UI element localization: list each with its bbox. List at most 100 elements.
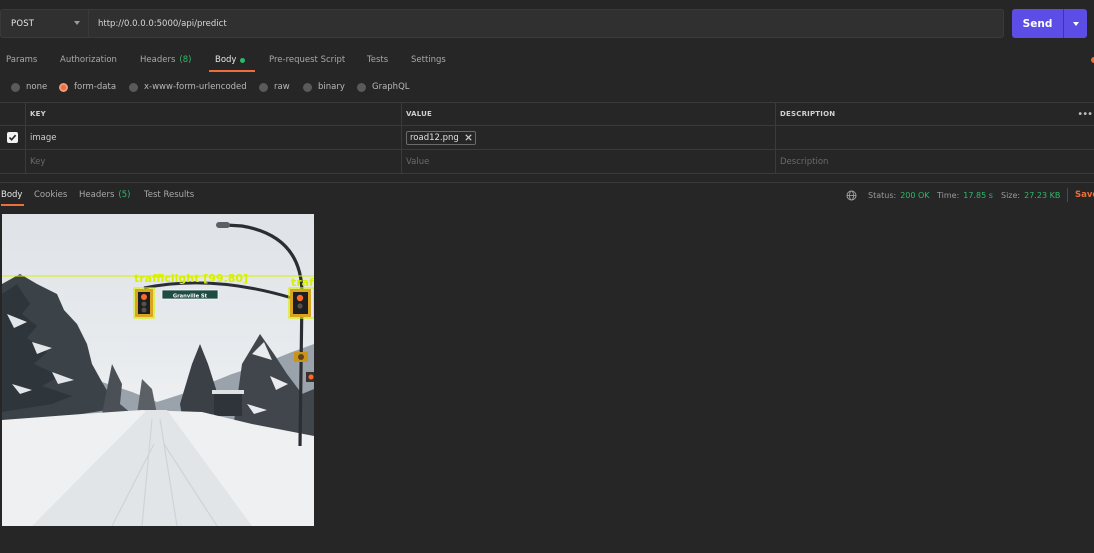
tab-body[interactable]: Body bbox=[208, 48, 257, 72]
row-checkbox-cell bbox=[0, 126, 25, 149]
table-header-row: KEY VALUE DESCRIPTION ••• bbox=[0, 103, 1094, 126]
response-tab-test-results[interactable]: Test Results bbox=[144, 184, 194, 206]
tab-label: Pre-request Script bbox=[269, 55, 346, 65]
tab-label: Tests bbox=[367, 55, 389, 65]
radio-circle bbox=[11, 82, 20, 92]
value-cell[interactable]: road12.png bbox=[401, 126, 775, 149]
row-checkbox[interactable] bbox=[7, 132, 18, 143]
size-label: Size: bbox=[1001, 190, 1021, 200]
tab-label: Headers bbox=[140, 55, 176, 65]
response-tab-headers[interactable]: Headers (5) bbox=[79, 184, 130, 206]
column-header-key: KEY bbox=[25, 103, 401, 125]
size-info[interactable]: Size: 27.23 KB bbox=[1001, 184, 1060, 206]
tab-label: Test Results bbox=[144, 190, 195, 200]
tab-settings[interactable]: Settings bbox=[411, 48, 446, 72]
tab-pre-request-script[interactable]: Pre-request Script bbox=[269, 48, 345, 72]
url-input[interactable]: http://0.0.0.0:5000/api/predict bbox=[88, 9, 1004, 38]
status-info[interactable]: Status: 200 OK bbox=[868, 184, 930, 206]
key-cell[interactable]: image bbox=[25, 126, 401, 149]
radio-circle bbox=[259, 82, 268, 92]
description-header-label: DESCRIPTION bbox=[780, 110, 836, 118]
key-value: image bbox=[30, 132, 57, 143]
radio-form-data[interactable]: form-data bbox=[59, 78, 116, 96]
response-tab-body[interactable]: Body bbox=[1, 184, 25, 206]
tab-label: Params bbox=[6, 55, 38, 65]
key-input[interactable]: Key bbox=[25, 150, 401, 173]
send-options-button[interactable] bbox=[1064, 21, 1087, 26]
value-placeholder: Value bbox=[406, 156, 430, 167]
method-select[interactable]: POST bbox=[0, 9, 88, 38]
file-chip: road12.png bbox=[406, 130, 476, 145]
response-divider[interactable] bbox=[0, 182, 1094, 183]
check-icon bbox=[8, 134, 17, 141]
send-button[interactable]: Send bbox=[1012, 9, 1087, 38]
url-text: http://0.0.0.0:5000/api/predict bbox=[98, 18, 227, 29]
status-label: Status: bbox=[868, 190, 897, 200]
radio-binary[interactable]: binary bbox=[303, 78, 345, 96]
key-header-label: KEY bbox=[30, 110, 46, 118]
request-tabs: Params Authorization Headers (8) Body Pr… bbox=[0, 48, 1094, 72]
radio-label: x-www-form-urlencoded bbox=[144, 82, 247, 92]
column-header-description: DESCRIPTION bbox=[775, 103, 1075, 125]
time-info[interactable]: Time: 17.85 s bbox=[937, 184, 993, 206]
radio-circle bbox=[303, 82, 312, 92]
radio-circle bbox=[129, 82, 138, 92]
value-header-label: VALUE bbox=[406, 110, 433, 118]
value-input[interactable]: Value bbox=[401, 150, 775, 173]
tab-label: Settings bbox=[411, 55, 446, 65]
radio-label: raw bbox=[274, 82, 290, 92]
method-label: POST bbox=[11, 18, 35, 29]
headers-count: (8) bbox=[179, 55, 192, 65]
key-placeholder: Key bbox=[30, 156, 46, 167]
radio-label: form-data bbox=[74, 82, 117, 92]
chevron-down-icon bbox=[1072, 21, 1079, 26]
tab-headers[interactable]: Headers (8) bbox=[140, 48, 191, 72]
time-label: Time: bbox=[937, 190, 960, 200]
detection-label: trafficlight [99.80] bbox=[134, 272, 248, 285]
tab-label: Cookies bbox=[34, 190, 68, 200]
radio-graphql[interactable]: GraphQL bbox=[357, 78, 410, 96]
globe-icon[interactable] bbox=[846, 184, 857, 206]
radio-circle bbox=[357, 82, 366, 92]
size-value: 27.23 KB bbox=[1024, 190, 1061, 200]
column-header-value: VALUE bbox=[401, 103, 775, 125]
description-input[interactable]: Description bbox=[775, 150, 1094, 173]
radio-label: none bbox=[26, 82, 48, 92]
status-value: 200 OK bbox=[900, 190, 930, 200]
send-label: Send bbox=[1022, 17, 1053, 30]
time-value: 17.85 s bbox=[963, 190, 993, 200]
radio-label: binary bbox=[318, 82, 345, 92]
body-type-radios: none form-data x-www-form-urlencoded raw… bbox=[0, 78, 1094, 96]
description-placeholder: Description bbox=[780, 156, 829, 167]
meta-divider bbox=[1067, 188, 1068, 202]
radio-circle bbox=[59, 82, 68, 92]
table-row: image road12.png bbox=[0, 126, 1094, 150]
description-cell[interactable] bbox=[775, 126, 1094, 149]
chevron-down-icon bbox=[74, 21, 80, 25]
save-response-button[interactable]: Save bbox=[1075, 184, 1094, 206]
tab-label: Body bbox=[215, 55, 237, 65]
tab-tests[interactable]: Tests bbox=[367, 48, 388, 72]
close-icon[interactable] bbox=[465, 134, 472, 141]
tab-authorization[interactable]: Authorization bbox=[60, 48, 117, 72]
more-options-icon[interactable]: ••• bbox=[1077, 103, 1093, 125]
response-tab-cookies[interactable]: Cookies bbox=[34, 184, 67, 206]
body-indicator-dot bbox=[240, 57, 246, 63]
globe-icon-svg bbox=[846, 190, 857, 200]
tab-label: Headers bbox=[79, 190, 115, 200]
street-sign-text: Granville St bbox=[173, 294, 208, 300]
radio-none[interactable]: none bbox=[11, 78, 47, 96]
radio-label: GraphQL bbox=[372, 82, 410, 92]
radio-x-www-form-urlencoded[interactable]: x-www-form-urlencoded bbox=[129, 78, 247, 96]
headers-count: (5) bbox=[118, 190, 131, 200]
radio-raw[interactable]: raw bbox=[259, 78, 290, 96]
snowy-street-photo: Granville St trafficlight [99.80] traf bbox=[2, 222, 314, 526]
tab-label: Body bbox=[1, 190, 23, 200]
tab-params[interactable]: Params bbox=[6, 48, 37, 72]
table-row-empty: Key Value Description bbox=[0, 150, 1094, 174]
file-name: road12.png bbox=[410, 132, 459, 143]
response-image: Granville St trafficlight [99.80] traf bbox=[2, 214, 314, 526]
form-data-table: KEY VALUE DESCRIPTION ••• image road12.p… bbox=[0, 102, 1094, 174]
save-label: Save bbox=[1075, 190, 1094, 200]
detection-label-partial: traf bbox=[291, 276, 314, 289]
